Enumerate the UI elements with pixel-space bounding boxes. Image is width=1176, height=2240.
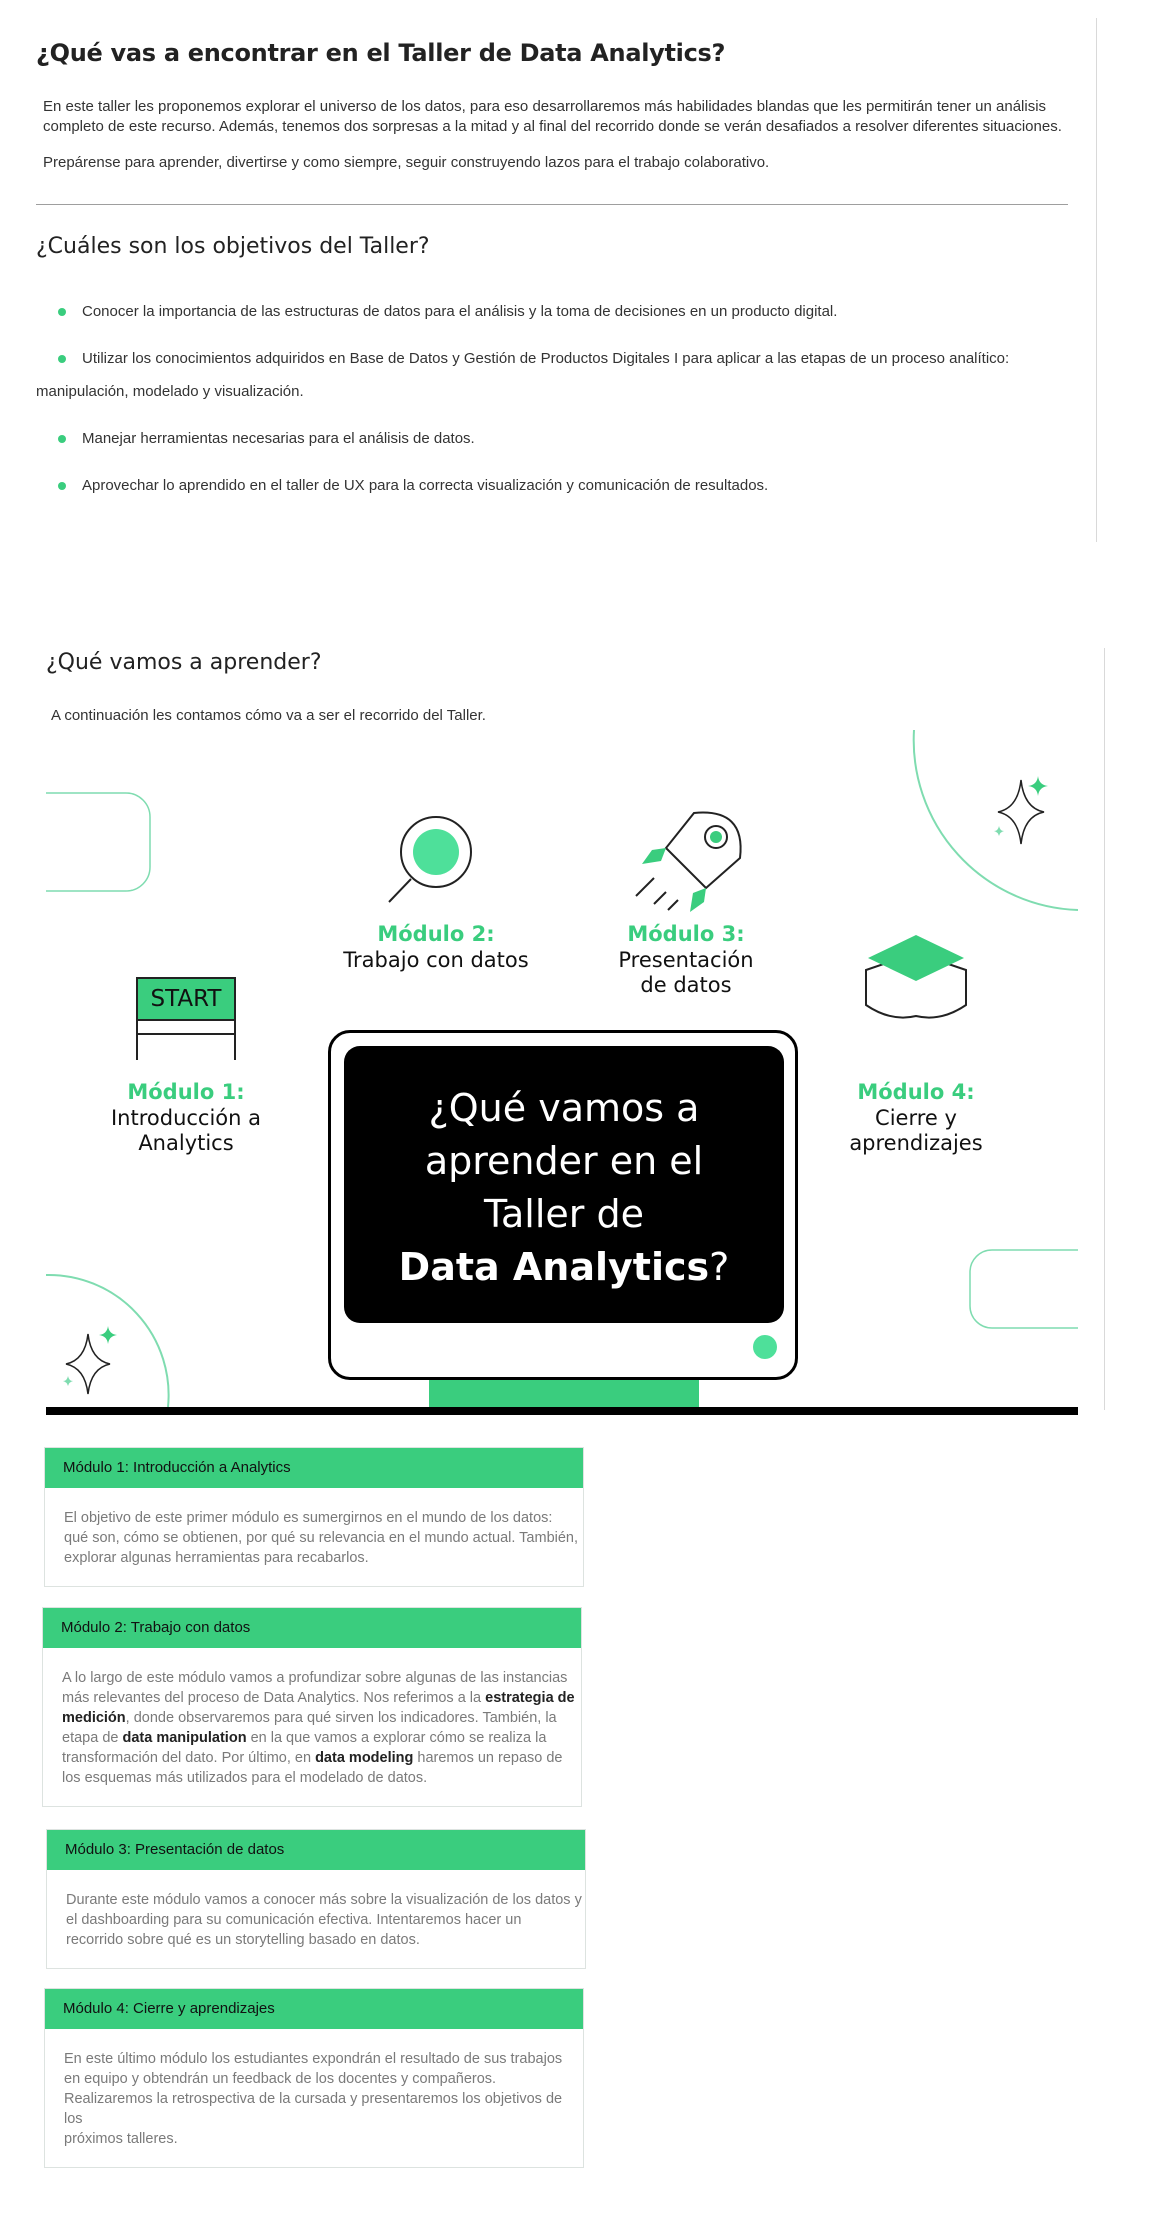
module-3-card-title: Módulo 3: Presentación de datos (47, 1830, 585, 1870)
objective-item-4: Aprovechar lo aprendido en el taller de … (36, 469, 1096, 502)
intro-title: ¿Qué vas a encontrar en el Taller de Dat… (36, 39, 726, 67)
objectives-title: ¿Cuáles son los objetivos del Taller? (36, 234, 430, 259)
sparkle-bottom-left-icon (65, 1333, 111, 1395)
module-3-line-2: de datos (640, 973, 732, 997)
module-3-card-body: Durante este módulo vamos a conocer más … (66, 1892, 582, 1948)
module-1-line-2: Analytics (138, 1131, 234, 1155)
objective-item-2: Utilizar los conocimientos adquiridos en… (36, 342, 1096, 375)
bullet-dot-icon (58, 308, 66, 317)
monitor-power-dot-icon (753, 1335, 777, 1359)
intro-paragraph-2: Prepárense para aprender, divertirse y c… (43, 154, 770, 171)
monitor-stand (429, 1380, 699, 1408)
module-4-card-body: En este último módulo los estudiantes ex… (64, 2051, 563, 2147)
module-3-card: Módulo 3: Presentación de datos Durante … (46, 1829, 586, 1969)
sparkle-tiny-icon (994, 826, 1004, 836)
module-4-line-1: Cierre y (875, 1106, 957, 1130)
learn-title: ¿Qué vamos a aprender? (46, 650, 322, 675)
decor-rounded-rect-right-icon (969, 1249, 1078, 1329)
module-4-card-title: Módulo 4: Cierre y aprendizajes (45, 1989, 583, 2029)
sparkle-bottom-left-small-icon (99, 1326, 117, 1344)
bullet-dot-icon (58, 482, 66, 491)
module-2-title: Módulo 2: (377, 922, 495, 946)
screen-highlight-text: Data Analytics (398, 1245, 710, 1289)
divider-right-top (1096, 18, 1097, 542)
objective-item-2-continuation: manipulación, modelado y visualización. (36, 383, 304, 400)
intro-paragraph-1-line-1: En este taller les proponemos explorar e… (43, 98, 1047, 115)
infographic-baseline (46, 1407, 1078, 1415)
monitor-screen: ¿Qué vamos a aprender en el Taller de Da… (344, 1046, 784, 1323)
module-1-card-body: El objetivo de este primer módulo es sum… (64, 1510, 579, 1566)
graduation-cap-icon (865, 935, 967, 1019)
monitor-illustration: ¿Qué vamos a aprender en el Taller de Da… (328, 1030, 798, 1380)
bullet-dot-icon (58, 355, 66, 364)
module-1-line-1: Introducción a (110, 1106, 262, 1130)
magnifier-icon (388, 816, 472, 903)
section-divider (36, 204, 1068, 205)
sparkle-small-icon (1028, 776, 1048, 796)
module-2-card-title: Módulo 2: Trabajo con datos (43, 1608, 581, 1648)
rocket-icon (635, 811, 742, 912)
bullet-dot-icon (58, 435, 66, 444)
module-1-card: Módulo 1: Introducción a Analytics El ob… (44, 1447, 584, 1587)
start-sign-label: START (150, 986, 222, 1012)
objective-item-1: Conocer la importancia de las estructura… (36, 295, 1096, 328)
course-infographic: START Módulo 1: Introducción a Analytics… (46, 730, 1078, 1415)
module-2-line-1: Trabajo con datos (343, 948, 529, 972)
module-4-title: Módulo 4: (857, 1080, 975, 1104)
module-2-card-body: A lo largo de este módulo vamos a profun… (62, 1670, 575, 1786)
module-3-line-1: Presentación (618, 948, 754, 972)
sparkle-bottom-left-tiny-icon (63, 1376, 73, 1386)
decor-arc-top-right-icon (912, 730, 1078, 911)
objective-item-3: Manejar herramientas necesarias para el … (36, 422, 1096, 455)
module-1-card-title: Módulo 1: Introducción a Analytics (45, 1448, 583, 1488)
learn-subtitle: A continuación les contamos cómo va a se… (51, 707, 486, 724)
monitor-screen-text: ¿Qué vamos a aprender en el Taller de Da… (398, 1086, 730, 1289)
divider-right-mid (1104, 648, 1105, 1410)
module-4-card: Módulo 4: Cierre y aprendizajes En este … (44, 1988, 584, 2168)
module-3-title: Módulo 3: (627, 922, 745, 946)
decor-rounded-rect-left-icon (46, 792, 151, 892)
intro-paragraph-1-line-2: completo de este recurso. Además, tenemo… (43, 118, 1062, 135)
module-2-card: Módulo 2: Trabajo con datos A lo largo d… (42, 1607, 582, 1807)
module-1-title: Módulo 1: (127, 1080, 245, 1104)
module-4-line-2: aprendizajes (849, 1131, 983, 1155)
